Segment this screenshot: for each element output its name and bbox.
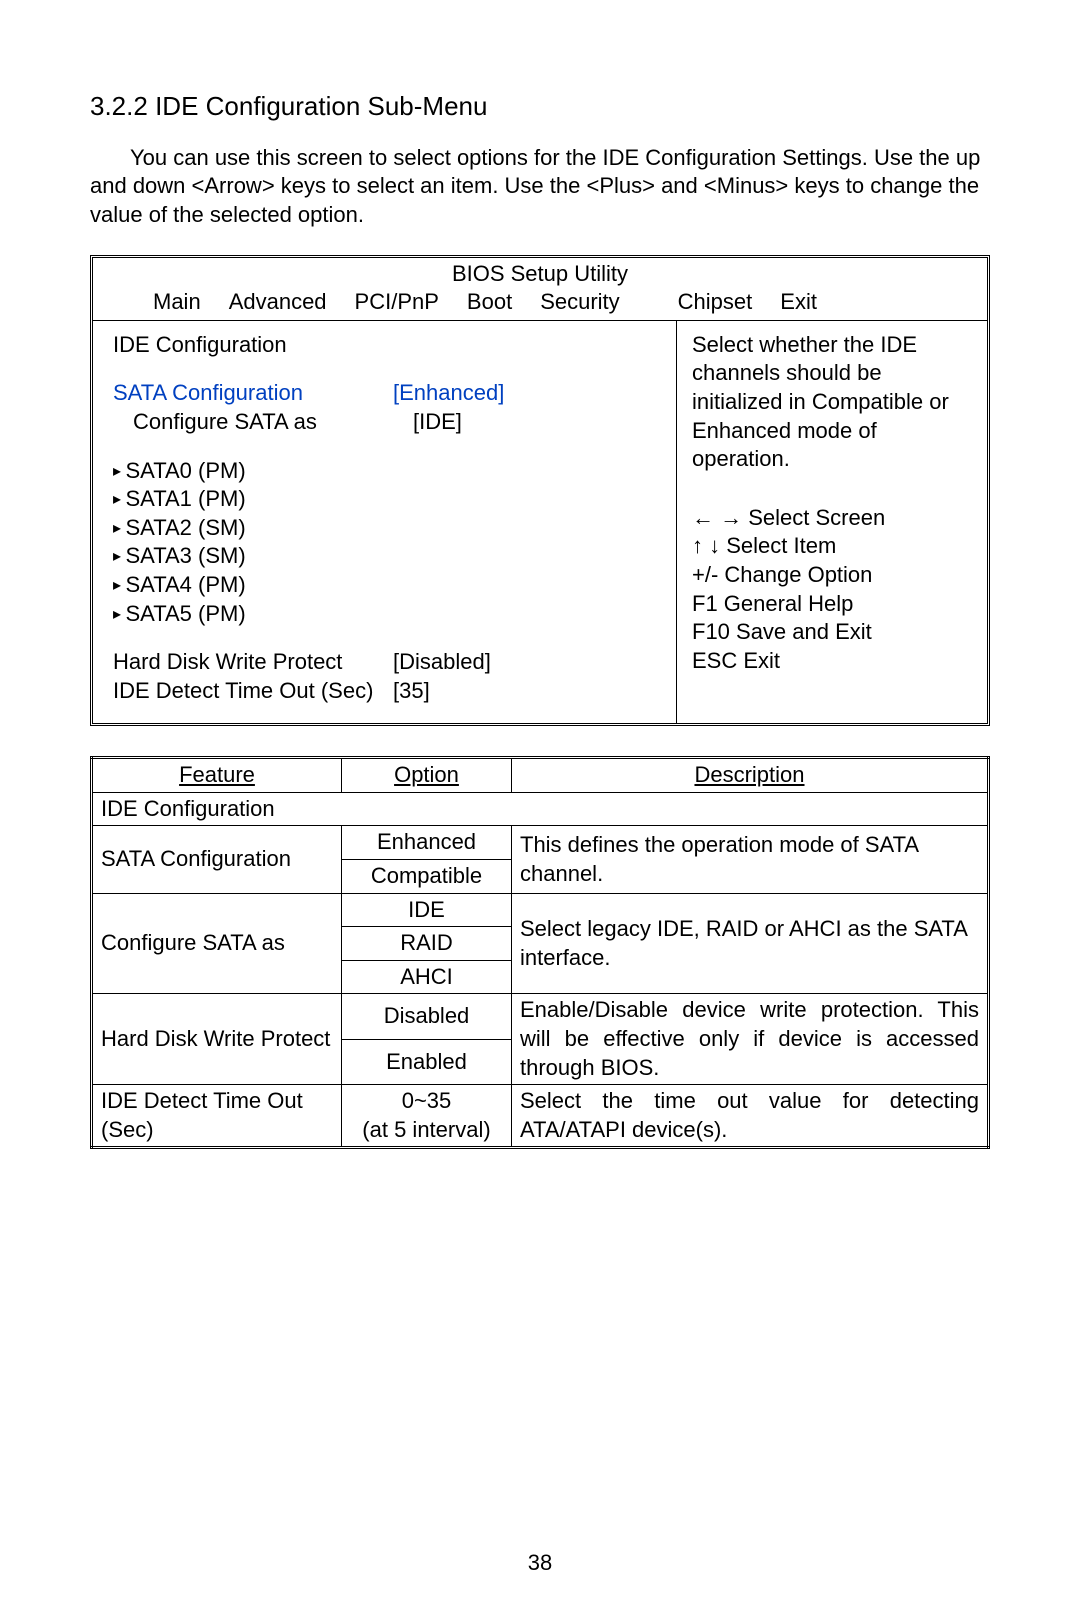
- sata-config-label: SATA Configuration: [113, 379, 393, 408]
- menu-chipset[interactable]: Chipset: [678, 288, 753, 317]
- table-row: IDE Detect Time Out (Sec) 0~35 (at 5 int…: [92, 1085, 989, 1148]
- feature-cell: Configure SATA as: [92, 893, 342, 994]
- description-cell: This defines the operation mode of SATA …: [512, 826, 989, 893]
- sata-configuration-row[interactable]: SATA Configuration [Enhanced]: [113, 379, 656, 408]
- section-title-text: IDE Configuration Sub-Menu: [155, 91, 487, 121]
- option-range: 0~35: [402, 1088, 452, 1113]
- table-header-row: Feature Option Description: [92, 758, 989, 793]
- section-heading: 3.2.2 IDE Configuration Sub-Menu: [90, 90, 990, 124]
- menu-security[interactable]: Security: [540, 288, 619, 317]
- menu-pcipnp[interactable]: PCI/PnP: [355, 288, 439, 317]
- option-interval: (at 5 interval): [362, 1117, 490, 1142]
- feature-cell: SATA Configuration: [92, 826, 342, 893]
- feature-table: Feature Option Description IDE Configura…: [90, 756, 990, 1149]
- th-description: Description: [512, 758, 989, 793]
- option-cell: IDE: [342, 893, 512, 927]
- description-cell: Enable/Disable device write protection. …: [512, 994, 989, 1085]
- th-option: Option: [342, 758, 512, 793]
- table-row: Configure SATA as IDE Select legacy IDE,…: [92, 893, 989, 927]
- bios-window: BIOS Setup Utility Main Advanced PCI/PnP…: [90, 255, 990, 727]
- bios-title: BIOS Setup Utility: [93, 258, 987, 289]
- key-esc: ESC Exit: [692, 647, 972, 676]
- sata4-item[interactable]: SATA4 (PM): [113, 571, 656, 600]
- configure-sata-label: Configure SATA as: [113, 408, 413, 437]
- key-legend: ← → Select Screen ↑ ↓ Select Item +/- Ch…: [692, 504, 972, 676]
- menu-boot[interactable]: Boot: [467, 288, 512, 317]
- feature-cell: IDE Detect Time Out (Sec): [92, 1085, 342, 1148]
- bios-menu-bar: Main Advanced PCI/PnP Boot Security Chip…: [93, 288, 987, 321]
- key-plus-minus: +/- Change Option: [692, 561, 972, 590]
- menu-advanced[interactable]: Advanced: [229, 288, 327, 317]
- key-up-down: ↑ ↓ Select Item: [692, 532, 972, 561]
- configure-sata-value: [IDE]: [413, 408, 462, 437]
- hd-write-protect-row[interactable]: Hard Disk Write Protect [Disabled]: [113, 648, 656, 677]
- menu-exit[interactable]: Exit: [780, 288, 817, 317]
- ide-config-heading: IDE Configuration: [113, 331, 656, 360]
- sata1-item[interactable]: SATA1 (PM): [113, 485, 656, 514]
- option-cell: Compatible: [342, 860, 512, 894]
- sata5-item[interactable]: SATA5 (PM): [113, 600, 656, 629]
- sata3-item[interactable]: SATA3 (SM): [113, 542, 656, 571]
- intro-text: You can use this screen to select option…: [90, 145, 980, 227]
- ide-detect-timeout-row[interactable]: IDE Detect Time Out (Sec) [35]: [113, 677, 656, 706]
- configure-sata-as-row[interactable]: Configure SATA as [IDE]: [113, 408, 656, 437]
- option-cell: AHCI: [342, 960, 512, 994]
- feature-cell: Hard Disk Write Protect: [92, 994, 342, 1085]
- key-f10: F10 Save and Exit: [692, 618, 972, 647]
- ide-detect-label: IDE Detect Time Out (Sec): [113, 677, 393, 706]
- bios-help-pane: Select whether the IDE channels should b…: [676, 321, 987, 724]
- page-number: 38: [90, 1549, 990, 1578]
- table-row: IDE Configuration: [92, 792, 989, 826]
- th-feature: Feature: [92, 758, 342, 793]
- option-cell: RAID: [342, 927, 512, 961]
- ide-config-cell: IDE Configuration: [92, 792, 989, 826]
- sata-config-value: [Enhanced]: [393, 379, 504, 408]
- option-cell: Enhanced: [342, 826, 512, 860]
- help-text: Select whether the IDE channels should b…: [692, 331, 972, 474]
- ide-detect-value: [35]: [393, 677, 430, 706]
- key-f1: F1 General Help: [692, 590, 972, 619]
- table-row: Hard Disk Write Protect Disabled Enable/…: [92, 994, 989, 1039]
- sata-ports-list: SATA0 (PM) SATA1 (PM) SATA2 (SM) SATA3 (…: [113, 457, 656, 629]
- hd-write-protect-label: Hard Disk Write Protect: [113, 648, 393, 677]
- bios-left-pane: IDE Configuration SATA Configuration [En…: [93, 321, 676, 724]
- menu-main[interactable]: Main: [153, 288, 201, 317]
- option-cell: Disabled: [342, 994, 512, 1039]
- hd-write-protect-value: [Disabled]: [393, 648, 491, 677]
- option-cell: Enabled: [342, 1039, 512, 1084]
- option-cell: 0~35 (at 5 interval): [342, 1085, 512, 1148]
- key-left-right: ← → Select Screen: [692, 504, 972, 533]
- sata2-item[interactable]: SATA2 (SM): [113, 514, 656, 543]
- table-row: SATA Configuration Enhanced This defines…: [92, 826, 989, 860]
- description-cell: Select legacy IDE, RAID or AHCI as the S…: [512, 893, 989, 994]
- sata0-item[interactable]: SATA0 (PM): [113, 457, 656, 486]
- description-cell: Select the time out value for detecting …: [512, 1085, 989, 1148]
- section-number: 3.2.2: [90, 91, 148, 121]
- intro-paragraph: You can use this screen to select option…: [90, 144, 990, 230]
